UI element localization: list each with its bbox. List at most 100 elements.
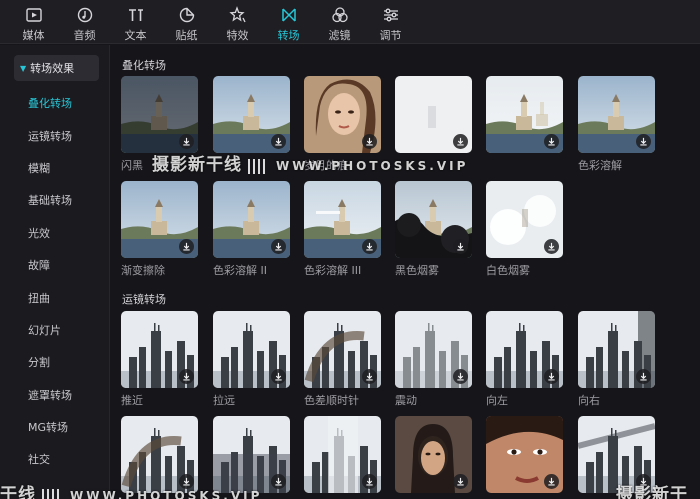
sidebar-item[interactable]: 光效 <box>0 217 109 249</box>
download-icon <box>366 477 373 486</box>
download-button[interactable] <box>362 369 377 384</box>
transition-thumbnail[interactable] <box>486 311 563 388</box>
transition-thumbnail[interactable] <box>121 76 198 153</box>
transition-name: 黑色烟雾 <box>395 264 439 277</box>
sidebar-item[interactable]: 运镜转场 <box>0 119 109 151</box>
sidebar-item[interactable]: 社交 <box>0 443 109 475</box>
download-button[interactable] <box>544 239 559 254</box>
download-button[interactable] <box>544 369 559 384</box>
transition-thumbnail[interactable] <box>395 416 472 493</box>
download-button[interactable] <box>179 134 194 149</box>
download-button[interactable] <box>636 369 651 384</box>
download-icon <box>366 137 373 146</box>
transition-thumbnail[interactable] <box>578 76 655 153</box>
download-icon <box>183 137 190 146</box>
transition-thumbnail[interactable] <box>486 416 563 493</box>
download-button[interactable] <box>453 474 468 489</box>
transition-icon <box>281 8 296 22</box>
watermark-bottom-right: 摄影新干 <box>616 485 688 499</box>
transition-thumbnail[interactable] <box>304 311 381 388</box>
transition-thumbnail[interactable] <box>304 181 381 258</box>
tool-text[interactable]: 文本 <box>110 0 161 44</box>
sidebar-header[interactable]: ▼ 转场效果 <box>14 55 99 81</box>
transition-name: 色彩溶解 II <box>213 264 267 277</box>
transition-thumbnail[interactable] <box>304 416 381 493</box>
tool-audio[interactable]: 音频 <box>59 0 110 44</box>
transition-name: 震动 <box>395 394 417 407</box>
transition-tile[interactable]: 白色烟雾 <box>486 181 563 278</box>
download-icon <box>275 372 282 381</box>
download-icon <box>548 137 555 146</box>
download-button[interactable] <box>271 239 286 254</box>
transition-thumbnail[interactable] <box>121 181 198 258</box>
transition-name: 向右 <box>578 394 600 407</box>
transition-tile[interactable]: 震动 <box>395 311 472 408</box>
transition-tile[interactable] <box>395 76 472 157</box>
download-button[interactable] <box>271 369 286 384</box>
transition-tile[interactable]: 色彩溶解 <box>578 76 655 173</box>
transition-thumbnail[interactable] <box>486 76 563 153</box>
transition-thumbnail[interactable] <box>395 311 472 388</box>
sidebar-item[interactable]: 基础转场 <box>0 184 109 216</box>
download-button[interactable] <box>179 239 194 254</box>
sidebar-item[interactable]: 幻灯片 <box>0 314 109 346</box>
tool-filter[interactable]: 滤镜 <box>314 0 365 44</box>
transition-thumbnail[interactable] <box>121 311 198 388</box>
download-button[interactable] <box>271 134 286 149</box>
transition-tile[interactable] <box>486 416 563 497</box>
download-button[interactable] <box>362 134 377 149</box>
transition-thumbnail[interactable] <box>304 76 381 153</box>
transition-tile[interactable]: 色彩溶解 II <box>213 181 290 278</box>
download-icon <box>183 372 190 381</box>
transition-thumbnail[interactable] <box>395 76 472 153</box>
download-icon <box>548 372 555 381</box>
transition-thumbnail[interactable] <box>213 181 290 258</box>
download-button[interactable] <box>453 369 468 384</box>
transition-tile[interactable]: 推近 <box>121 311 198 408</box>
transition-tile[interactable]: 色彩溶解 III <box>304 181 381 278</box>
sidebar-item[interactable]: 遮罩转场 <box>0 379 109 411</box>
sidebar-item[interactable]: 叠化转场 <box>0 87 109 119</box>
watermark-bottom: 干线 WWW.PHOTOSKS.VIP <box>0 480 262 499</box>
transition-thumbnail[interactable] <box>578 311 655 388</box>
transition-tile[interactable] <box>395 416 472 497</box>
filter-icon <box>331 7 348 23</box>
tool-media[interactable]: 媒体 <box>8 0 59 44</box>
download-button[interactable] <box>453 134 468 149</box>
transition-tile[interactable]: 黑色烟雾 <box>395 181 472 278</box>
download-button[interactable] <box>453 239 468 254</box>
tool-sticker[interactable]: 贴纸 <box>161 0 212 44</box>
download-button[interactable] <box>544 474 559 489</box>
transition-tile[interactable]: 向右 <box>578 311 655 408</box>
download-icon <box>548 242 555 251</box>
category-sidebar: ▼ 转场效果 叠化转场 运镜转场 模糊 基础转场 光效 故障 扭曲 幻灯片 分割 遮罩转场 MG转场… <box>0 45 110 499</box>
sidebar-item[interactable]: 故障 <box>0 249 109 281</box>
download-button[interactable] <box>636 134 651 149</box>
sidebar-item[interactable]: MG转场 <box>0 411 109 443</box>
transition-tile[interactable]: 向左 <box>486 311 563 408</box>
tool-label: 转场 <box>277 29 300 42</box>
tool-adjust[interactable]: 调节 <box>365 0 416 44</box>
transition-tile[interactable] <box>304 416 381 497</box>
tool-label: 媒体 <box>22 29 45 42</box>
transition-tile[interactable] <box>486 76 563 157</box>
download-button[interactable] <box>362 239 377 254</box>
download-button[interactable] <box>271 474 286 489</box>
transition-thumbnail[interactable] <box>486 181 563 258</box>
sidebar-item[interactable]: 分割 <box>0 346 109 378</box>
transition-thumbnail[interactable] <box>213 76 290 153</box>
transition-tile[interactable]: 渐变擦除 <box>121 181 198 278</box>
sidebar-item[interactable]: 扭曲 <box>0 281 109 313</box>
sidebar-item[interactable]: 模糊 <box>0 152 109 184</box>
download-button[interactable] <box>544 134 559 149</box>
transition-tile[interactable]: 色差顺时针 <box>304 311 381 408</box>
transition-tile[interactable] <box>213 76 290 157</box>
transition-thumbnail[interactable] <box>213 311 290 388</box>
download-button[interactable] <box>362 474 377 489</box>
download-button[interactable] <box>179 369 194 384</box>
tool-transition[interactable]: 转场 <box>263 0 314 44</box>
download-icon <box>183 242 190 251</box>
tool-effects[interactable]: 特效 <box>212 0 263 44</box>
transition-tile[interactable]: 拉远 <box>213 311 290 408</box>
transition-thumbnail[interactable] <box>395 181 472 258</box>
